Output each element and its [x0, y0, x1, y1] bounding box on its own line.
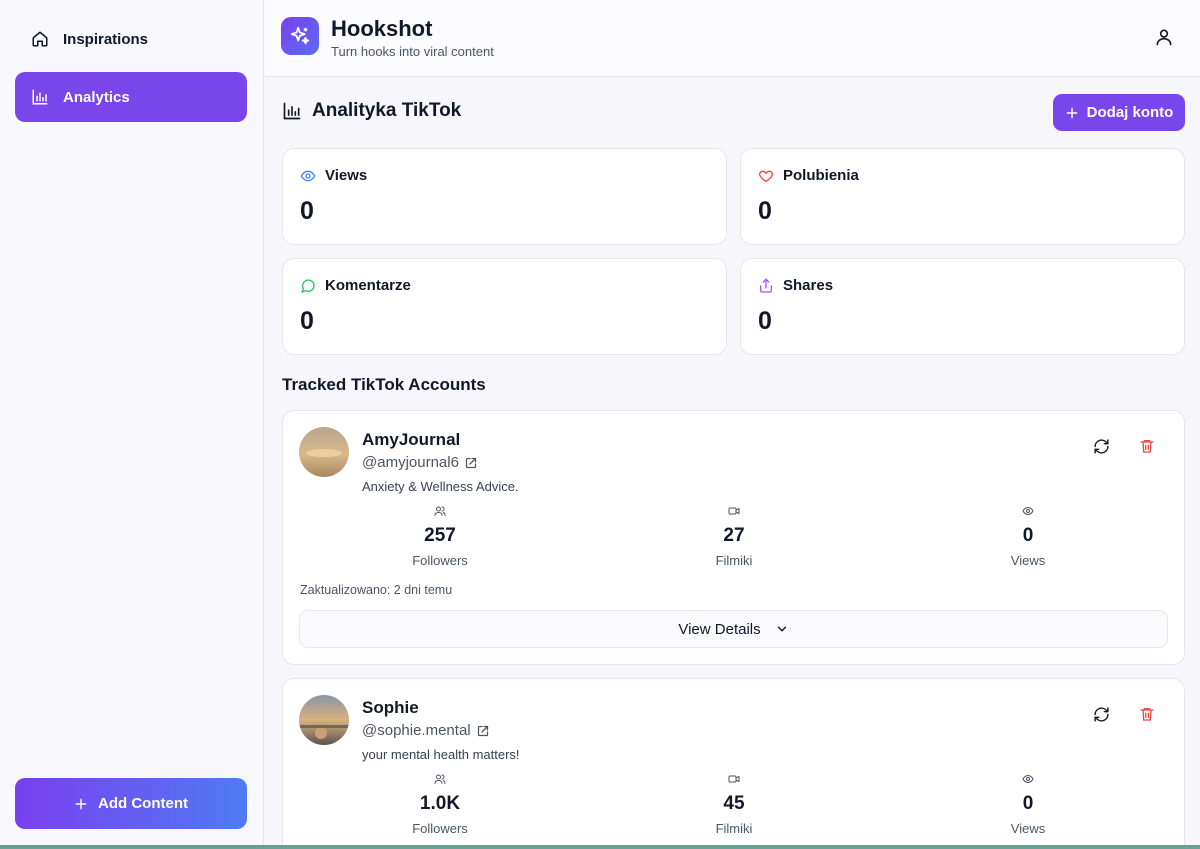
account-handle[interactable]: @amyjournal6	[362, 454, 477, 471]
home-icon	[32, 31, 48, 47]
page-title: Analityka TikTok	[282, 100, 461, 122]
refresh-icon	[1093, 438, 1109, 454]
followers-count: 257	[424, 525, 456, 546]
add-content-label: Add Content	[98, 795, 188, 812]
metric-followers: 1.0K Followers	[360, 773, 520, 836]
page-title-text: Analityka TikTok	[312, 100, 462, 121]
chevron-down-icon	[777, 626, 786, 632]
videos-label: Filmiki	[715, 821, 753, 836]
add-account-button[interactable]: Dodaj konto	[1053, 94, 1185, 131]
account-handle-text[interactable]: @sophie.mental	[362, 722, 471, 739]
stat-label-text: Shares	[783, 277, 834, 294]
stat-label-text: Komentarze	[325, 277, 411, 294]
view-details-label: View Details	[678, 620, 761, 638]
views-count: 0	[1022, 793, 1034, 814]
stat-card-comments: Komentarze 0	[282, 258, 727, 355]
account-name: AmyJournal	[362, 430, 461, 449]
videos-count: 27	[723, 525, 745, 546]
account-handle[interactable]: @sophie.mental	[362, 722, 489, 739]
metric-views: 0 Views	[948, 505, 1108, 568]
plus-icon	[1066, 107, 1078, 118]
metric-views: 0 Views	[948, 773, 1108, 836]
plus-icon	[75, 798, 87, 809]
tracked-accounts-title: Tracked TikTok Accounts	[282, 375, 486, 394]
stat-card-likes: Polubienia 0	[740, 148, 1185, 245]
followers-count: 1.0K	[419, 793, 461, 814]
refresh-icon	[1093, 706, 1109, 722]
avatar-image	[299, 427, 349, 477]
sidebar-item-inspirations[interactable]: Inspirations	[15, 14, 247, 64]
users-icon	[434, 506, 446, 516]
video-icon	[728, 775, 740, 783]
video-icon	[728, 507, 740, 515]
avatar-image	[299, 695, 349, 745]
share-icon	[760, 278, 772, 293]
external-link-icon[interactable]	[477, 725, 489, 737]
user-icon[interactable]	[1154, 27, 1174, 47]
stat-value: 0	[758, 307, 772, 335]
external-link-icon[interactable]	[465, 457, 477, 469]
eye-icon	[300, 170, 316, 181]
window-bottom-edge	[0, 845, 1200, 849]
stat-card-views: Views 0	[282, 148, 727, 245]
followers-label: Followers	[412, 821, 468, 836]
stat-label-text: Views	[325, 167, 368, 184]
sidebar-item-analytics[interactable]: Analytics	[15, 72, 247, 122]
stat-label-shares: Shares	[758, 277, 833, 294]
bar-chart-icon	[283, 102, 301, 120]
sidebar-item-label: Analytics	[63, 88, 130, 106]
account-bio: Anxiety & Wellness Advice.	[362, 479, 519, 494]
users-icon	[434, 774, 446, 784]
metric-videos: 45 Filmiki	[654, 773, 814, 836]
add-content-button[interactable]: Add Content	[15, 778, 247, 829]
refresh-button[interactable]	[1090, 703, 1112, 725]
delete-button[interactable]	[1136, 435, 1158, 457]
stat-label-text: Polubienia	[783, 167, 859, 184]
views-count: 0	[1022, 525, 1034, 546]
sparkles-icon	[290, 26, 310, 45]
trash-icon	[1140, 708, 1154, 721]
stat-value: 0	[758, 197, 772, 225]
stat-card-shares: Shares 0	[740, 258, 1185, 355]
metric-videos: 27 Filmiki	[654, 505, 814, 568]
views-label: Views	[1010, 821, 1046, 836]
stat-value: 0	[300, 197, 314, 225]
avatar	[299, 427, 349, 477]
app-title: Hookshot	[331, 16, 433, 41]
account-handle-text[interactable]: @amyjournal6	[362, 454, 459, 471]
stat-label-views: Views	[300, 167, 367, 184]
sidebar-item-label: Inspirations	[63, 30, 149, 48]
eye-icon	[1022, 774, 1034, 784]
view-details-button[interactable]: View Details	[299, 610, 1168, 648]
videos-label: Filmiki	[715, 553, 753, 568]
views-label: Views	[1010, 553, 1046, 568]
message-circle-icon	[301, 278, 315, 293]
stat-value: 0	[300, 307, 314, 335]
account-card: Sophie @sophie.mental your mental health…	[282, 678, 1185, 849]
bar-chart-icon	[32, 89, 48, 105]
refresh-button[interactable]	[1090, 435, 1112, 457]
account-name: Sophie	[362, 698, 419, 717]
avatar	[299, 695, 349, 745]
eye-icon	[1022, 506, 1034, 516]
app-subtitle: Turn hooks into viral content	[331, 44, 494, 59]
account-bio: your mental health matters!	[362, 747, 520, 762]
metric-followers: 257 Followers	[360, 505, 520, 568]
updated-timestamp: Zaktualizowano: 2 dni temu	[300, 583, 453, 597]
delete-button[interactable]	[1136, 703, 1158, 725]
account-card: AmyJournal @amyjournal6 Anxiety & Wellne…	[282, 410, 1185, 665]
heart-icon	[759, 170, 773, 182]
sidebar: Inspirations Analytics Add Content	[0, 0, 264, 845]
videos-count: 45	[723, 793, 745, 814]
trash-icon	[1140, 440, 1154, 453]
app-header: Hookshot Turn hooks into viral content	[265, 0, 1200, 77]
add-account-label: Dodaj konto	[1086, 104, 1174, 121]
stat-label-likes: Polubienia	[758, 167, 859, 184]
stat-label-comments: Komentarze	[300, 277, 411, 294]
app-logo	[281, 17, 319, 55]
followers-label: Followers	[412, 553, 468, 568]
